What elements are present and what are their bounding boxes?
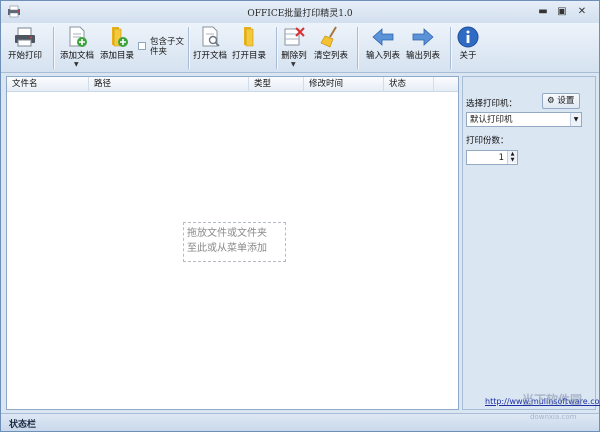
arrow-right-icon bbox=[412, 28, 434, 46]
watermark-sub: downxia.com bbox=[530, 413, 577, 421]
open-document-button[interactable]: 打开文档 bbox=[191, 23, 229, 73]
close-icon[interactable]: ✕ bbox=[574, 6, 590, 19]
delete-column-icon bbox=[284, 27, 305, 46]
toolbar-separator bbox=[188, 27, 189, 69]
checkbox-box[interactable] bbox=[138, 42, 146, 50]
chevron-down-icon[interactable]: ▼ bbox=[570, 113, 581, 126]
settings-label: 设置 bbox=[557, 96, 575, 106]
gear-icon: ⚙ bbox=[547, 96, 555, 106]
printer-icon bbox=[15, 27, 35, 47]
list-header: 文件名 路径 类型 修改时间 状态 bbox=[7, 77, 458, 92]
delete-column-button[interactable]: 删除列 ▼ bbox=[280, 23, 308, 73]
open-document-label: 打开文档 bbox=[192, 51, 227, 61]
dropdown-arrow-icon: ▼ bbox=[74, 61, 79, 68]
broom-icon bbox=[320, 26, 337, 48]
toolbar-separator bbox=[357, 27, 358, 69]
about-label: 关于 bbox=[459, 51, 477, 61]
toolbar-separator bbox=[450, 27, 451, 69]
start-print-button[interactable]: 开始打印 bbox=[5, 23, 45, 73]
printer-value: 默认打印机 bbox=[470, 115, 513, 125]
info-icon bbox=[457, 26, 479, 48]
export-list-label: 输出列表 bbox=[405, 51, 440, 61]
column-header-path[interactable]: 路径 bbox=[89, 77, 249, 92]
maximize-icon[interactable]: ▣ bbox=[554, 6, 570, 19]
print-options-panel: 选择打印机： ⚙ 设置 默认打印机 ▼ 打印份数： 1 ▲ ▼ http://w… bbox=[462, 76, 600, 410]
drop-zone-hint: 拖放文件或文件夹 至此或从菜单添加 bbox=[183, 222, 286, 262]
open-document-icon bbox=[202, 26, 220, 47]
clear-list-button[interactable]: 清空列表 bbox=[312, 23, 350, 73]
printer-settings-button[interactable]: ⚙ 设置 bbox=[542, 93, 580, 109]
drop-hint-line1: 拖放文件或文件夹 bbox=[187, 228, 267, 239]
file-list[interactable]: 文件名 路径 类型 修改时间 状态 拖放文件或文件夹 至此或从菜单添加 bbox=[6, 76, 459, 410]
export-list-button[interactable]: 输出列表 bbox=[404, 23, 442, 73]
watermark-title: 当下软件园 bbox=[522, 393, 583, 407]
column-header-type[interactable]: 类型 bbox=[249, 77, 304, 92]
printer-label: 选择打印机： bbox=[466, 99, 518, 109]
clear-list-label: 清空列表 bbox=[313, 51, 348, 61]
window-title: OFFICE批量打印精灵1.0 bbox=[247, 9, 353, 19]
import-list-button[interactable]: 输入列表 bbox=[364, 23, 402, 73]
title-bar: OFFICE批量打印精灵1.0 ▬ ▣ ✕ bbox=[1, 1, 599, 23]
app-window: OFFICE批量打印精灵1.0 ▬ ▣ ✕ 开始打印 添加文档 ▼ 添加目录 包… bbox=[0, 0, 600, 432]
spinner[interactable]: ▲ ▼ bbox=[507, 151, 517, 164]
add-document-label: 添加文档 bbox=[59, 51, 94, 61]
include-subfolders-checkbox[interactable]: 包含子文件夹 bbox=[138, 37, 184, 63]
arrow-left-icon bbox=[372, 28, 394, 46]
toolbar-separator bbox=[53, 27, 54, 69]
column-header-modified[interactable]: 修改时间 bbox=[304, 77, 384, 92]
about-button[interactable]: 关于 bbox=[453, 23, 483, 73]
delete-column-label: 删除列 bbox=[281, 51, 307, 61]
add-document-button[interactable]: 添加文档 ▼ bbox=[59, 23, 95, 73]
watermark: 当下软件园 downxia.com bbox=[500, 389, 596, 429]
include-subfolders-label: 包含子文件夹 bbox=[150, 37, 185, 57]
copies-value: 1 bbox=[498, 153, 504, 163]
open-directory-button[interactable]: 打开目录 bbox=[230, 23, 268, 73]
start-print-label: 开始打印 bbox=[7, 51, 42, 61]
toolbar-separator bbox=[276, 27, 277, 69]
add-document-icon bbox=[69, 26, 87, 47]
open-directory-label: 打开目录 bbox=[231, 51, 266, 61]
column-header-filename[interactable]: 文件名 bbox=[7, 77, 89, 92]
status-text: 状态栏 bbox=[9, 420, 37, 430]
add-directory-label: 添加目录 bbox=[99, 51, 134, 61]
copies-label: 打印份数： bbox=[466, 136, 509, 146]
column-header-status[interactable]: 状态 bbox=[384, 77, 434, 92]
drop-hint-line2: 至此或从菜单添加 bbox=[187, 243, 267, 254]
import-list-label: 输入列表 bbox=[365, 51, 400, 61]
copies-stepper[interactable]: 1 ▲ ▼ bbox=[466, 150, 518, 165]
minimize-icon[interactable]: ▬ bbox=[535, 6, 551, 19]
open-folder-icon bbox=[244, 27, 254, 47]
toolbar: 开始打印 添加文档 ▼ 添加目录 包含子文件夹 打开文档 打开目录 删除列 ▼ … bbox=[1, 23, 599, 73]
add-folder-icon bbox=[112, 27, 128, 47]
dropdown-arrow-icon: ▼ bbox=[291, 61, 296, 68]
add-directory-button[interactable]: 添加目录 bbox=[98, 23, 136, 73]
spin-down-icon[interactable]: ▼ bbox=[508, 157, 517, 163]
printer-select[interactable]: 默认打印机 ▼ bbox=[466, 112, 582, 127]
